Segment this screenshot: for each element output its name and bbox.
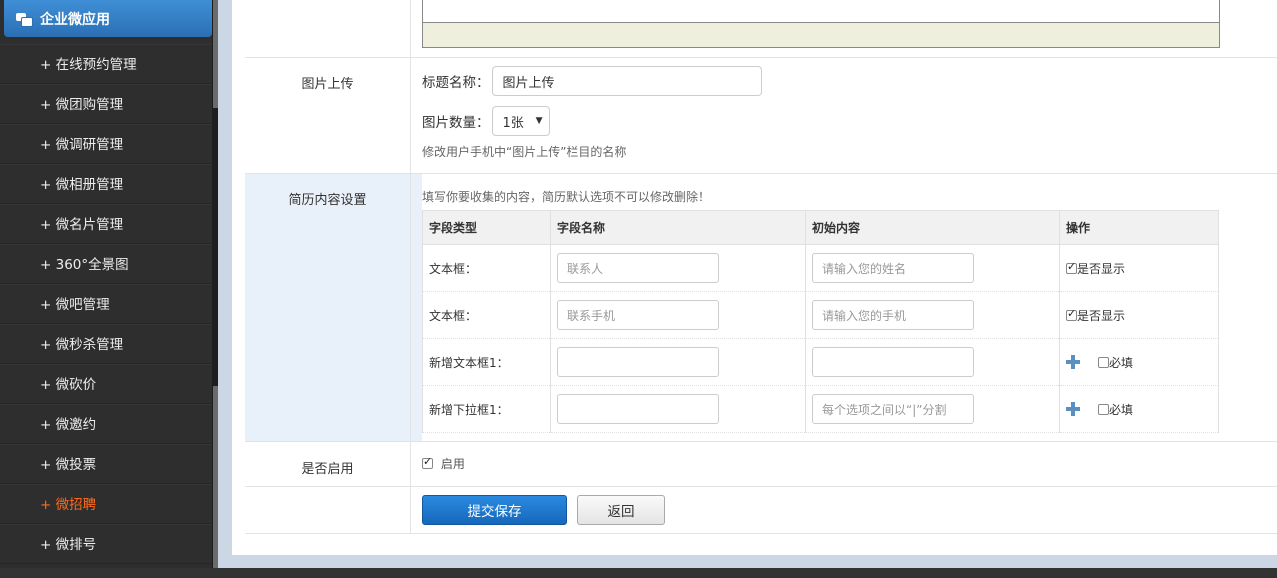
enable-row: 是否启用 启用 xyxy=(245,442,1277,487)
window-bottom-edge xyxy=(0,568,1277,578)
field-name-cell: 联系手机 xyxy=(550,291,806,339)
image-upload-hint: 修改用户手机中“图片上传”栏目的名称 xyxy=(422,145,627,159)
resume-fields-table: 字段类型 字段名称 初始内容 操作 文本框： 联系人 请输入您的姓名 是否显示 … xyxy=(422,210,1219,433)
chat-bubbles-icon xyxy=(16,12,33,27)
field-type-cell: 文本框： xyxy=(422,244,551,292)
field-name-input[interactable] xyxy=(557,394,719,424)
field-name-cell xyxy=(550,338,806,386)
add-field-icon[interactable] xyxy=(1066,401,1080,416)
submit-save-button[interactable]: 提交保存 xyxy=(422,495,567,525)
operation-cell: 是否显示 xyxy=(1059,291,1219,339)
rich-text-editor-footer xyxy=(422,22,1220,48)
add-field-icon[interactable] xyxy=(1066,354,1080,369)
field-name-cell: 联系人 xyxy=(550,244,806,292)
required-checkbox[interactable] xyxy=(1098,403,1109,415)
column-header-operation: 操作 xyxy=(1059,210,1219,245)
sidebar-item-business-card[interactable]: + 微名片管理 xyxy=(0,204,212,244)
show-checkbox-label: 是否显示 xyxy=(1077,308,1126,323)
enable-checkbox[interactable] xyxy=(422,455,433,469)
enable-checkbox-wrap: 启用 xyxy=(422,455,465,472)
dropdown-arrow-icon: ▼ xyxy=(535,116,543,126)
operation-cell: 必填 xyxy=(1059,385,1219,433)
required-checkbox-label: 必填 xyxy=(1109,355,1134,370)
field-name-input[interactable]: 联系人 xyxy=(557,253,719,283)
enable-label: 是否启用 xyxy=(245,442,411,486)
column-header-field-type: 字段类型 xyxy=(422,210,551,245)
field-type-cell: 文本框： xyxy=(422,291,551,339)
column-header-initial-content: 初始内容 xyxy=(805,210,1060,245)
initial-content-input[interactable]: 请输入您的手机 xyxy=(812,300,974,330)
initial-content-cell: 每个选项之间以“|”分割 xyxy=(805,385,1060,433)
image-count-value: 1张 xyxy=(502,115,524,131)
count-field-line: 图片数量： 1张 ▼ xyxy=(422,106,550,136)
sidebar-item-forum[interactable]: + 微吧管理 xyxy=(0,284,212,324)
initial-content-input[interactable]: 请输入您的姓名 xyxy=(812,253,974,283)
title-name-input[interactable] xyxy=(491,66,762,96)
field-name-input[interactable] xyxy=(557,347,719,377)
field-type-cell: 新增下拉框1： xyxy=(422,385,551,433)
back-button[interactable]: 返回 xyxy=(577,495,665,525)
initial-content-cell xyxy=(805,338,1060,386)
initial-content-cell: 请输入您的姓名 xyxy=(805,244,1060,292)
sidebar-item-album[interactable]: + 微相册管理 xyxy=(0,164,212,204)
editor-row-label xyxy=(245,0,411,57)
initial-content-input[interactable]: 每个选项之间以“|”分割 xyxy=(812,394,974,424)
sidebar-header-label: 企业微应用 xyxy=(40,11,110,28)
required-checkbox-label: 必填 xyxy=(1109,402,1134,417)
actions-content: 提交保存 返回 xyxy=(422,487,1277,533)
sidebar-item-queue[interactable]: + 微排号 xyxy=(0,524,212,564)
table-row: 文本框： 联系人 请输入您的姓名 是否显示 xyxy=(422,244,1219,292)
sidebar-item-invitation[interactable]: + 微邀约 xyxy=(0,404,212,444)
sidebar-item-survey[interactable]: + 微调研管理 xyxy=(0,124,212,164)
enable-content: 启用 xyxy=(422,442,1277,486)
main-content: 图片上传 标题名称： 图片数量： 1张 ▼ 修改用户手机中“图片上传”栏目的名称… xyxy=(232,0,1277,555)
sidebar-item-bargain[interactable]: + 微砍价 xyxy=(0,364,212,404)
field-type-cell: 新增文本框1： xyxy=(422,338,551,386)
editor-row xyxy=(245,0,1277,58)
image-upload-row: 图片上传 标题名称： 图片数量： 1张 ▼ 修改用户手机中“图片上传”栏目的名称 xyxy=(245,58,1277,174)
table-row: 新增文本框1： 必填 xyxy=(422,338,1219,386)
rich-text-editor-area[interactable] xyxy=(422,0,1220,23)
title-field-line: 标题名称： xyxy=(422,66,762,96)
sidebar-menu: + 在线预约管理 + 微团购管理 + 微调研管理 + 微相册管理 + 微名片管理… xyxy=(0,44,212,564)
field-name-input[interactable]: 联系手机 xyxy=(557,300,719,330)
required-checkbox[interactable] xyxy=(1098,356,1109,368)
resume-settings-hint: 填写你要收集的内容，简历默认选项不可以修改删除！ xyxy=(422,190,711,204)
show-checkbox-label: 是否显示 xyxy=(1077,261,1126,276)
sidebar-item-vote[interactable]: + 微投票 xyxy=(0,444,212,484)
sidebar-scrollbar-thumb[interactable] xyxy=(213,0,218,108)
initial-content-cell: 请输入您的手机 xyxy=(805,291,1060,339)
sidebar-header-enterprise-apps[interactable]: 企业微应用 xyxy=(4,0,212,37)
resume-settings-content: 填写你要收集的内容，简历默认选项不可以修改删除！ 字段类型 字段名称 初始内容 … xyxy=(422,174,1277,441)
field-name-cell xyxy=(550,385,806,433)
image-count-select[interactable]: 1张 ▼ xyxy=(491,106,550,136)
operation-cell: 必填 xyxy=(1059,338,1219,386)
sidebar-item-group-buy[interactable]: + 微团购管理 xyxy=(0,84,212,124)
table-row: 新增下拉框1： 每个选项之间以“|”分割 必填 xyxy=(422,385,1219,433)
sidebar-item-online-booking[interactable]: + 在线预约管理 xyxy=(0,44,212,84)
sidebar-item-recruitment[interactable]: + 微招聘 xyxy=(0,484,212,524)
resume-settings-row: 简历内容设置 填写你要收集的内容，简历默认选项不可以修改删除！ 字段类型 字段名… xyxy=(245,174,1277,442)
table-row: 文本框： 联系手机 请输入您的手机 是否显示 xyxy=(422,291,1219,339)
table-header-row: 字段类型 字段名称 初始内容 操作 xyxy=(422,210,1219,245)
sidebar-item-flash-sale[interactable]: + 微秒杀管理 xyxy=(0,324,212,364)
resume-settings-label: 简历内容设置 xyxy=(245,174,411,441)
sidebar-scrollbar-thumb-lower[interactable] xyxy=(213,386,218,576)
image-upload-label: 图片上传 xyxy=(245,58,411,173)
show-checkbox[interactable] xyxy=(1066,307,1077,321)
title-name-label: 标题名称： xyxy=(422,75,490,91)
image-upload-content: 标题名称： 图片数量： 1张 ▼ 修改用户手机中“图片上传”栏目的名称 xyxy=(422,58,1277,173)
actions-row-label xyxy=(245,487,411,533)
initial-content-input[interactable] xyxy=(812,347,974,377)
image-count-label: 图片数量： xyxy=(422,115,490,131)
show-checkbox[interactable] xyxy=(1066,260,1077,274)
sidebar-item-panorama[interactable]: + 360°全景图 xyxy=(0,244,212,284)
sidebar: 企业微应用 + 在线预约管理 + 微团购管理 + 微调研管理 + 微相册管理 +… xyxy=(0,0,218,578)
editor-row-content xyxy=(422,0,1277,57)
enable-checkbox-label: 启用 xyxy=(440,457,465,471)
column-header-field-name: 字段名称 xyxy=(550,210,806,245)
operation-cell: 是否显示 xyxy=(1059,244,1219,292)
actions-row: 提交保存 返回 xyxy=(245,487,1277,534)
